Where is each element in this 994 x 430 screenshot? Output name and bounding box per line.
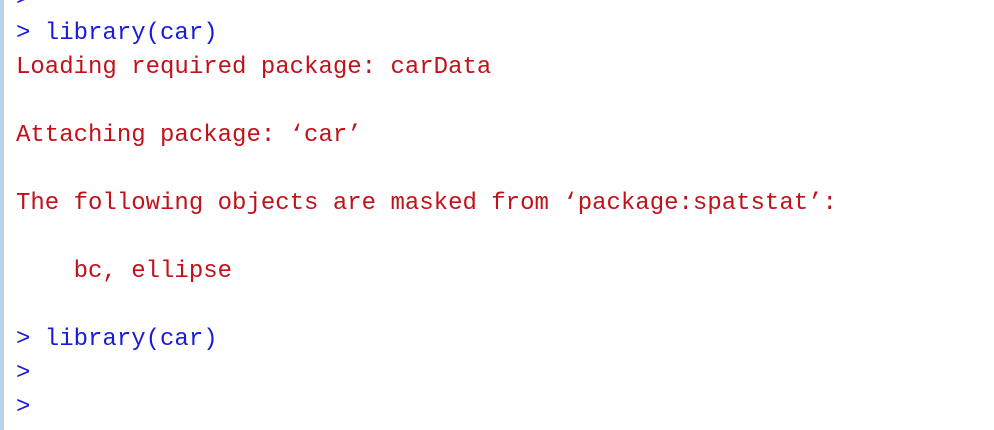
console-command-line: > library(car)	[16, 20, 218, 47]
console-left-border	[0, 0, 4, 430]
console-message-line: bc, ellipse	[16, 258, 233, 285]
console-message-line: Loading required package: carData	[16, 54, 492, 81]
console-active-prompt[interactable]: >	[16, 391, 837, 425]
console-message-line: Attaching package: ‘car’	[16, 122, 362, 149]
console-prompt-line: >	[16, 360, 31, 387]
console-message-line: The following objects are masked from ‘p…	[16, 190, 837, 217]
console-command-line: > library(car)	[16, 326, 218, 353]
r-console-output[interactable]: > > library(car) Loading required package:…	[16, 0, 837, 425]
console-prompt-line: >	[16, 0, 837, 17]
